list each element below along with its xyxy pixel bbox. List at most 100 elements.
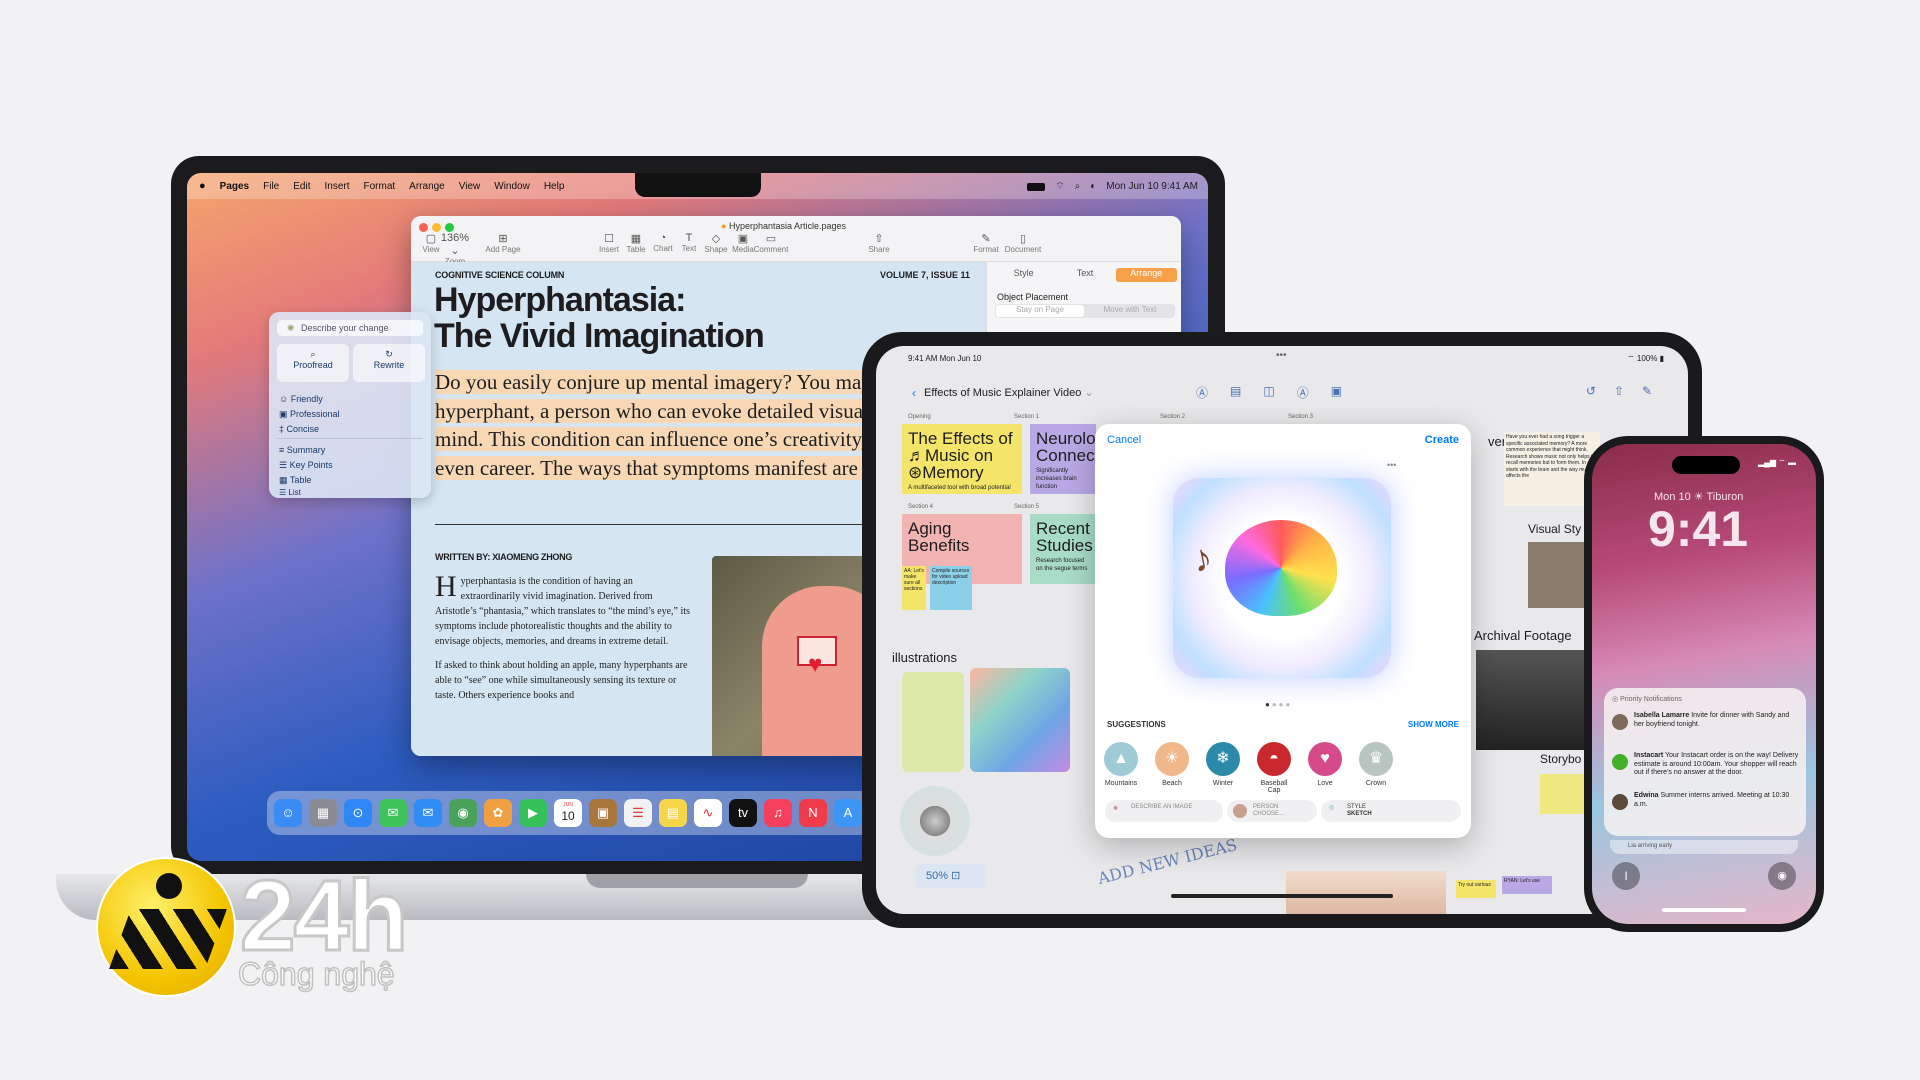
tv-icon[interactable]: tv — [729, 799, 757, 827]
launchpad-icon[interactable]: ▦ — [309, 799, 337, 827]
person-pill[interactable]: PERSON CHOOSE... — [1227, 800, 1317, 822]
flashlight-icon[interactable]: ǀ — [1612, 862, 1640, 890]
freeform-icon[interactable]: ∿ — [694, 799, 722, 827]
text-box-icon[interactable]: Ⓐ — [1297, 384, 1309, 401]
proofread-button[interactable]: ⌕ Proofread — [277, 344, 349, 382]
small-note[interactable]: RYAN: Let's use — [1502, 876, 1552, 894]
sticky-note-recent-studies[interactable]: Recent Studies Research focused on the se… — [1030, 514, 1096, 584]
menu-edit[interactable]: Edit — [293, 181, 310, 192]
more-options-icon[interactable]: ••• — [1387, 460, 1396, 470]
archival-footage-image[interactable] — [1476, 650, 1596, 750]
menu-format[interactable]: Format — [364, 181, 396, 192]
key-points-option[interactable]: ☰ Key Points — [279, 460, 333, 471]
suggestion-mountains[interactable]: ▲ Mountains — [1101, 742, 1141, 787]
professional-option[interactable]: ▣ Professional — [279, 409, 340, 420]
mail-icon[interactable]: ✉ — [414, 799, 442, 827]
home-indicator[interactable] — [1171, 894, 1393, 898]
illustration-thumbnail[interactable] — [970, 668, 1070, 772]
toolbar-zoom-button[interactable]: 136% ⌄Zoom — [435, 232, 475, 266]
back-icon[interactable]: ‹ — [912, 386, 916, 400]
handwritten-annotation[interactable]: ADD NEW IDEAS — [1096, 835, 1239, 888]
video-still-image[interactable] — [1286, 871, 1446, 914]
calendar-icon[interactable]: JUN 10 — [554, 799, 582, 827]
friendly-option[interactable]: ☺ Friendly — [279, 394, 323, 404]
history-icon[interactable]: ↺ — [1586, 384, 1596, 398]
wifi-icon[interactable]: ⌔ — [1055, 180, 1064, 193]
apple-menu-icon[interactable]: ● — [199, 180, 206, 192]
photos-icon[interactable]: ✿ — [484, 799, 512, 827]
priority-notifications[interactable]: ◎ Priority Notifications Isabella Lamarr… — [1604, 688, 1806, 836]
music-icon[interactable]: ♫ — [764, 799, 792, 827]
suggestion-love[interactable]: ♥ Love — [1305, 742, 1345, 787]
describe-change-input[interactable]: ✺ Describe your change — [277, 320, 423, 336]
style-pill[interactable]: ◎ STYLE SKETCH — [1321, 800, 1461, 822]
suggestion-baseball-cap[interactable]: ◓ Baseball Cap — [1254, 742, 1294, 794]
table-option[interactable]: ▦ Table — [279, 475, 311, 486]
notification-item[interactable]: Isabella Lamarre Invite for dinner with … — [1612, 712, 1800, 730]
move-with-text-option[interactable]: Move with Text — [1086, 305, 1174, 317]
menu-clock[interactable]: Mon Jun 10 9:41 AM — [1106, 181, 1198, 192]
tab-style[interactable]: Style — [993, 268, 1054, 282]
menu-help[interactable]: Help — [544, 181, 565, 192]
sticky-note-icon[interactable]: ▤ — [1230, 384, 1241, 401]
small-note[interactable]: Try out various — [1456, 880, 1496, 898]
list-option[interactable]: ☰ List — [279, 488, 301, 497]
news-icon[interactable]: N — [799, 799, 827, 827]
board-title[interactable]: Effects of Music Explainer Video ⌄ — [924, 386, 1094, 399]
article-body[interactable]: H yperphantasia is the condition of havi… — [435, 572, 691, 703]
search-icon[interactable]: ⌕ — [1075, 181, 1081, 192]
show-more-button[interactable]: SHOW MORE — [1408, 720, 1459, 729]
camera-icon[interactable]: ◉ — [1768, 862, 1796, 890]
menu-file[interactable]: File — [263, 181, 279, 192]
menu-arrange[interactable]: Arrange — [409, 181, 445, 192]
stacked-notification[interactable]: Lia arriving early — [1610, 840, 1798, 854]
illustration-thumbnail[interactable] — [902, 672, 964, 772]
generated-image[interactable]: ♪ — [1173, 478, 1391, 678]
concise-option[interactable]: ‡ Concise — [279, 424, 319, 434]
pen-tool-icon[interactable]: Ⓐ — [1196, 384, 1208, 401]
suggestion-crown[interactable]: ♛ Crown — [1356, 742, 1396, 787]
media-icon[interactable]: ▣ — [1331, 384, 1342, 401]
notes-icon[interactable]: ▤ — [659, 799, 687, 827]
menu-insert[interactable]: Insert — [324, 181, 349, 192]
sticky-note-opening[interactable]: The Effects of ♬Music on ⊛Memory A multif… — [902, 424, 1022, 494]
sticky-note-neurology[interactable]: Neurolog ConnectSignificantly increases … — [1030, 424, 1096, 494]
toolbar-document-button[interactable]: ▯ Document — [1003, 232, 1043, 254]
cancel-button[interactable]: Cancel — [1107, 434, 1141, 446]
toolbar-add-page-button[interactable]: ⊞ Add Page — [483, 232, 523, 254]
zoom-control[interactable]: 50% ⊡ — [916, 864, 986, 888]
battery-icon[interactable] — [1027, 182, 1046, 191]
contacts-icon[interactable]: ▣ — [589, 799, 617, 827]
facetime-icon[interactable]: ▶ — [519, 799, 547, 827]
tab-arrange[interactable]: Arrange — [1115, 268, 1177, 282]
suggestion-winter[interactable]: ❄ Winter — [1203, 742, 1243, 787]
toolbar-share-button[interactable]: ⇧ Share — [859, 232, 899, 254]
edit-icon[interactable]: ✎ — [1642, 384, 1652, 398]
page-indicator[interactable]: ●●●● — [1265, 700, 1292, 709]
reminders-icon[interactable]: ☰ — [624, 799, 652, 827]
notification-item[interactable]: Instacart Your Instacart order is on the… — [1612, 752, 1800, 778]
safari-icon[interactable]: ⊙ — [344, 799, 372, 827]
menu-view[interactable]: View — [459, 181, 481, 192]
small-note[interactable]: Compile sources for video upload descrip… — [930, 566, 972, 610]
finder-icon[interactable]: ☺ — [274, 799, 302, 827]
summary-option[interactable]: ≡ Summary — [279, 445, 325, 455]
maps-icon[interactable]: ◉ — [449, 799, 477, 827]
menu-app-name[interactable]: Pages — [220, 181, 249, 192]
control-center-icon[interactable]: ◐ — [1090, 181, 1096, 192]
small-note[interactable]: AA: Let's make sure all sections — [902, 566, 926, 610]
share-icon[interactable]: ⇧ — [1614, 384, 1624, 398]
close-window-button[interactable] — [419, 223, 428, 232]
describe-image-pill[interactable]: ✺ DESCRIBE AN IMAGE — [1105, 800, 1223, 822]
menu-window[interactable]: Window — [494, 181, 530, 192]
minimize-window-button[interactable] — [432, 223, 441, 232]
stay-on-page-option[interactable]: Stay on Page — [996, 305, 1084, 317]
create-button[interactable]: Create — [1425, 434, 1459, 446]
vinyl-record-image[interactable] — [900, 786, 970, 856]
messages-icon[interactable]: ✉ — [379, 799, 407, 827]
tab-text[interactable]: Text — [1054, 268, 1115, 282]
toolbar-comment-button[interactable]: ▭ Comment — [751, 232, 791, 254]
toolbar-format-button[interactable]: ✎ Format — [966, 232, 1006, 254]
shapes-icon[interactable]: ◫ — [1263, 384, 1274, 401]
notification-item[interactable]: Edwina Summer interns arrived. Meeting a… — [1612, 792, 1800, 810]
